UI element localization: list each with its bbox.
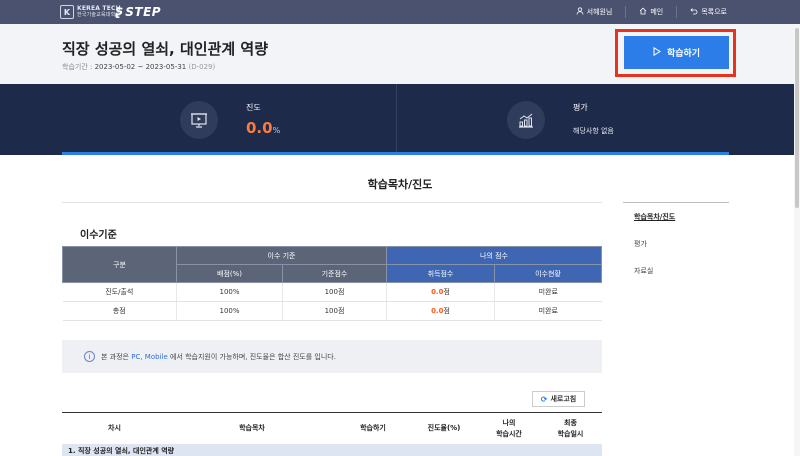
progress-header-session: 차시 [108, 424, 121, 432]
notice-suffix: 에서 학습지원이 가능하며, 진도율은 합산 진도를 입니다. [170, 352, 336, 361]
criteria-header-weight: 배점(%) [176, 264, 283, 283]
notice-text: 본 과정은 PC, Mobile 에서 학습지원이 가능하며, 진도율은 합산 … [101, 352, 336, 362]
criteria-cell-base: 100점 [282, 301, 387, 321]
progress-value: 0.0% [246, 119, 280, 137]
criteria-score-value: 0.0 [431, 307, 444, 315]
course-title: 직장 성공의 열쇠, 대인관계 역량 [62, 40, 268, 58]
criteria-score-unit: 점 [443, 307, 450, 315]
nav-main-label: 메인 [650, 8, 664, 16]
criteria-cell-weight: 100% [176, 301, 283, 321]
step-logo-icon: ʂ [115, 4, 124, 19]
study-period: 학습기간 : 2023-05-02 ~ 2023-05-31 (D-029) [62, 62, 215, 72]
koreatech-logo[interactable]: K KEREA TECH 한국기술교육대학교 [60, 4, 121, 20]
progress-header-rate: 진도율(%) [427, 424, 461, 432]
study-button-highlight [615, 29, 736, 77]
info-icon: i [84, 351, 95, 362]
sidebar-item-toc-progress[interactable]: 학습목차/진도 [623, 203, 729, 230]
user-icon [576, 7, 584, 17]
device-notice: i 본 과정은 PC, Mobile 에서 학습지원이 가능하며, 진도율은 합… [62, 340, 602, 373]
criteria-header-score: 취득점수 [386, 264, 495, 283]
koreatech-logo-mark: K [60, 5, 74, 19]
notice-prefix: 본 과정은 [101, 352, 129, 361]
nav-user-label: 서혜원님 [586, 8, 613, 16]
stats-underline [62, 152, 729, 155]
table-row: 총점 100% 100점 0.0점 미완료 [62, 301, 602, 321]
section-title: 학습목차/진도 [367, 178, 433, 191]
progress-header-mytime: 나의 학습시간 [496, 418, 522, 438]
criteria-title: 이수기준 [80, 230, 117, 241]
study-dday: (D-029) [188, 63, 216, 71]
stats-band: 진도 0.0% 평가 해당사항 없음 [0, 84, 800, 155]
progress-header-last: 최종 학습일시 [557, 418, 584, 438]
step-logo-text: STEP [125, 4, 162, 19]
nav-links: 서혜원님 메인 목록으로 [563, 0, 740, 24]
criteria-cell-base: 100점 [282, 282, 387, 302]
undo-icon [690, 7, 698, 17]
criteria-cell-weight: 100% [176, 282, 283, 302]
criteria-cell-status: 미완료 [494, 301, 602, 321]
criteria-cell-score: 0.0점 [386, 282, 495, 302]
criteria-header-group-mine: 나의 점수 [386, 246, 602, 265]
growth-chart-icon [507, 101, 545, 139]
notice-devices: PC, Mobile [131, 352, 168, 361]
refresh-label: 새로고침 [550, 395, 577, 403]
step-logo[interactable]: ʂ STEP [115, 4, 161, 19]
nav-user[interactable]: 서혜원님 [563, 6, 626, 18]
progress-chapter-title: 1. 직장 성공의 열쇠, 대인관계 역량 [68, 447, 175, 455]
progress-label: 진도 [246, 103, 261, 112]
evaluation-label: 평가 [573, 103, 588, 112]
criteria-cell-status: 미완료 [494, 282, 602, 302]
home-icon [639, 7, 647, 17]
refresh-button[interactable]: ⟳ 새로고침 [532, 391, 585, 407]
criteria-header-base: 기준점수 [282, 264, 387, 283]
criteria-header-category: 구분 [62, 246, 177, 283]
progress-unit: % [272, 126, 281, 135]
page-scrollbar[interactable] [794, 24, 800, 456]
progress-chapter-row[interactable]: 1. 직장 성공의 열쇠, 대인관계 역량 [62, 444, 602, 456]
criteria-header-group-criteria: 이수 기준 [176, 246, 387, 265]
progress-number: 0.0 [246, 119, 273, 137]
study-period-dates: 2023-05-02 ~ 2023-05-31 [94, 63, 187, 71]
presentation-icon [180, 101, 218, 139]
criteria-score-value: 0.0 [431, 288, 444, 296]
table-row: 진도/출석 100% 100점 0.0점 미완료 [62, 282, 602, 302]
evaluation-stat: 평가 해당사항 없음 [396, 84, 729, 155]
criteria-header-status: 이수현황 [494, 264, 602, 283]
progress-header-study: 학습하기 [360, 424, 386, 432]
criteria-cell-score: 0.0점 [386, 301, 495, 321]
right-sidebar: 학습목차/진도 평가 자료실 [623, 202, 729, 284]
study-period-label: 학습기간 : [62, 63, 93, 71]
refresh-icon: ⟳ [540, 394, 548, 404]
sidebar-item-resources[interactable]: 자료실 [623, 257, 729, 284]
sidebar-item-evaluation[interactable]: 평가 [623, 230, 729, 257]
criteria-table: 구분 이수 기준 나의 점수 배점(%) 기준점수 취득점수 이수현황 진도/출… [62, 246, 602, 321]
criteria-cell-name: 진도/출석 [62, 282, 177, 302]
criteria-cell-name: 총점 [62, 301, 177, 321]
progress-header-toc: 학습목차 [239, 424, 265, 432]
scrollbar-thumb[interactable] [795, 28, 799, 208]
section-divider [62, 202, 602, 203]
evaluation-value: 해당사항 없음 [573, 127, 614, 135]
nav-back-to-list[interactable]: 목록으로 [676, 6, 740, 18]
progress-stat: 진도 0.0% [62, 84, 395, 155]
progress-table-header: 차시 학습목차 학습하기 진도율(%) 나의 학습시간 최종 학습일시 [62, 412, 602, 444]
nav-main[interactable]: 메인 [625, 6, 676, 18]
top-navbar: K KEREA TECH 한국기술교육대학교 ʂ STEP 서혜원님 메인 목록… [0, 0, 800, 24]
nav-back-label: 목록으로 [701, 8, 727, 16]
criteria-score-unit: 점 [443, 288, 450, 296]
